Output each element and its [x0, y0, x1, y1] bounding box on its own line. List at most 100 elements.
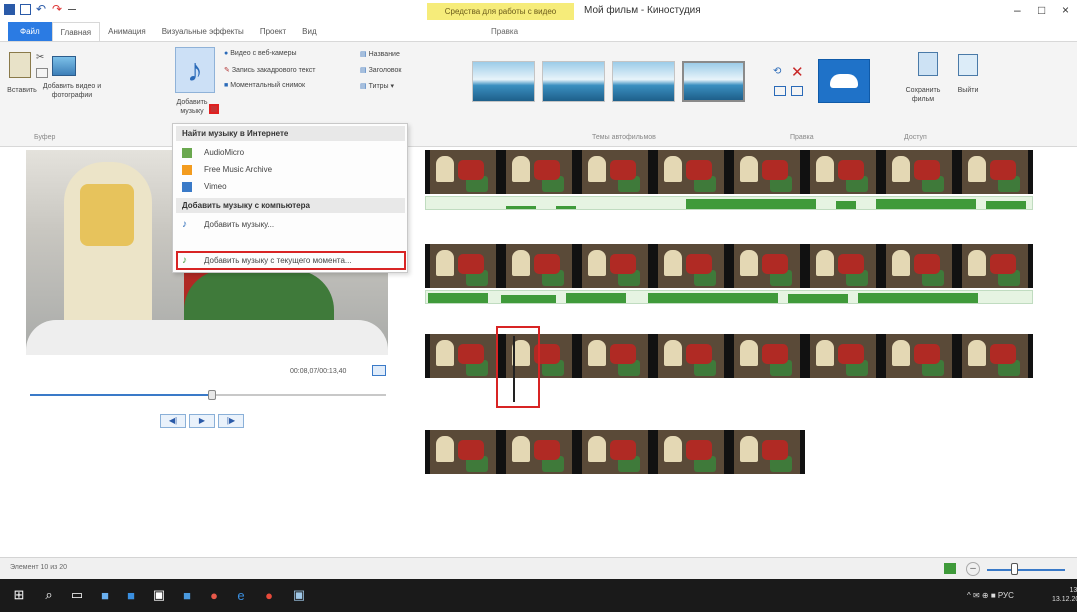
- menu-item-audiomicro[interactable]: AudioMicro: [176, 145, 405, 160]
- previous-frame-button[interactable]: ◀|: [160, 414, 186, 428]
- clip-thumbnail[interactable]: [881, 334, 957, 378]
- desktop-icon[interactable]: ■: [178, 586, 196, 604]
- search-icon[interactable]: ⌕: [40, 586, 58, 604]
- exit-button[interactable]: Выйти: [950, 86, 986, 95]
- clip-thumbnail[interactable]: [729, 430, 805, 474]
- close-button[interactable]: ×: [1062, 3, 1069, 17]
- crop-icon[interactable]: [791, 86, 803, 96]
- clip-thumbnail[interactable]: [577, 150, 653, 194]
- menu-item-add-music[interactable]: ♪ Добавить музыку...: [176, 217, 405, 232]
- autotheme-1[interactable]: [472, 61, 535, 102]
- tab-visual-effects[interactable]: Визуальные эффекты: [154, 22, 252, 41]
- clip-thumbnail[interactable]: [653, 430, 729, 474]
- add-music-dropdown-arrow[interactable]: [209, 104, 219, 114]
- webcam-video-button[interactable]: ● Видео с веб-камеры: [224, 50, 297, 57]
- clip-thumbnail[interactable]: [805, 150, 881, 194]
- clip-thumbnail[interactable]: [425, 244, 501, 288]
- fullscreen-button[interactable]: [372, 365, 386, 376]
- maximize-button[interactable]: □: [1038, 3, 1045, 17]
- zoom-thumb[interactable]: [1011, 563, 1019, 575]
- tab-project[interactable]: Проект: [252, 22, 294, 41]
- snapshot-button[interactable]: ■ Моментальный снимок: [224, 82, 305, 89]
- save-icon[interactable]: [20, 4, 31, 15]
- save-movie-icon[interactable]: [918, 52, 938, 76]
- copy-icon[interactable]: [36, 68, 48, 78]
- add-music-icon[interactable]: ♪: [175, 47, 215, 93]
- start-icon[interactable]: ⊞: [10, 586, 28, 604]
- movie-maker-taskbar-icon[interactable]: ▣: [290, 586, 308, 604]
- tab-view[interactable]: Вид: [294, 22, 324, 41]
- clip-thumbnail[interactable]: [653, 334, 729, 378]
- seek-bar[interactable]: [30, 390, 386, 400]
- clip-thumbnail[interactable]: [425, 430, 501, 474]
- onedrive-icon[interactable]: [818, 59, 870, 103]
- paste-icon[interactable]: [9, 52, 31, 78]
- next-frame-button[interactable]: |▶: [218, 414, 244, 428]
- clip-thumbnail[interactable]: [425, 334, 501, 378]
- autotheme-2[interactable]: [542, 61, 605, 102]
- tab-animations[interactable]: Анимация: [100, 22, 154, 41]
- clip-thumbnail[interactable]: [881, 150, 957, 194]
- clip-thumbnail[interactable]: [729, 334, 805, 378]
- clip-thumbnail[interactable]: [729, 244, 805, 288]
- seek-thumb[interactable]: [207, 390, 216, 400]
- title-button[interactable]: ▤ Название: [360, 50, 400, 58]
- autotheme-3[interactable]: [612, 61, 675, 102]
- clip-thumbnail[interactable]: [577, 244, 653, 288]
- menu-item-vimeo[interactable]: Vimeo: [176, 179, 405, 194]
- paste-button[interactable]: Вставить: [4, 86, 40, 95]
- zoom-slider[interactable]: [987, 569, 1065, 571]
- play-button[interactable]: ▶: [189, 414, 215, 428]
- tab-file[interactable]: Файл: [8, 22, 52, 41]
- clip-thumbnail[interactable]: [577, 334, 653, 378]
- clock[interactable]: 13:17 13.12.2017: [1052, 586, 1077, 604]
- audio-track-2[interactable]: [425, 290, 1033, 304]
- clip-thumbnail[interactable]: [501, 430, 577, 474]
- clip-thumbnail[interactable]: [957, 334, 1033, 378]
- credits-button[interactable]: ▤ Титры ▾: [360, 82, 394, 90]
- clip-thumbnail[interactable]: [957, 150, 1033, 194]
- clip-thumbnail[interactable]: [805, 334, 881, 378]
- add-videos-photos-button[interactable]: Добавить видео и фотографии: [40, 82, 104, 100]
- yandex-browser-icon[interactable]: ●: [260, 586, 278, 604]
- zoom-out-button[interactable]: –: [966, 562, 980, 576]
- edge-icon[interactable]: e: [232, 586, 250, 604]
- redo-icon[interactable]: ↷: [52, 3, 63, 15]
- minimize-button[interactable]: –: [1014, 3, 1021, 17]
- task-view-icon[interactable]: ▭: [68, 586, 86, 604]
- menu-item-free-music-archive[interactable]: Free Music Archive: [176, 162, 405, 177]
- rotate-icon[interactable]: ⟲: [773, 66, 781, 77]
- select-all-icon[interactable]: [774, 86, 786, 96]
- customize-toolbar-icon[interactable]: [68, 4, 76, 10]
- caption-button[interactable]: ▤ Заголовок: [360, 66, 402, 74]
- clip-thumbnail[interactable]: [653, 150, 729, 194]
- remove-icon[interactable]: ✕: [791, 63, 804, 81]
- clip-thumbnail[interactable]: [501, 244, 577, 288]
- clip-thumbnail[interactable]: [425, 150, 501, 194]
- clip-thumbnail[interactable]: [805, 244, 881, 288]
- tab-edit[interactable]: Правка: [483, 22, 526, 41]
- file-explorer-icon[interactable]: ■: [96, 586, 114, 604]
- clip-thumbnail[interactable]: [577, 430, 653, 474]
- add-videos-photos-icon[interactable]: [52, 56, 76, 76]
- store-icon[interactable]: ■: [122, 586, 140, 604]
- tab-home[interactable]: Главная: [51, 22, 101, 41]
- storyboard-view-icon[interactable]: [944, 563, 956, 574]
- clip-thumbnail[interactable]: [881, 244, 957, 288]
- briefcase-icon[interactable]: ▣: [150, 586, 168, 604]
- record-narration-button[interactable]: ✎ Запись закадрового текст: [224, 66, 315, 74]
- undo-icon[interactable]: ↶: [36, 3, 47, 15]
- clip-thumbnail[interactable]: [729, 150, 805, 194]
- system-tray[interactable]: ^ ✉ ⊕ ■ РУС: [967, 591, 1014, 600]
- clip-thumbnail[interactable]: [501, 150, 577, 194]
- cut-icon[interactable]: ✂: [36, 52, 48, 63]
- save-movie-button[interactable]: Сохранить фильм: [898, 86, 948, 104]
- add-music-button[interactable]: Добавить музыку: [174, 98, 210, 116]
- audio-waveform: [648, 293, 778, 303]
- clip-thumbnail[interactable]: [957, 244, 1033, 288]
- app-icon-red[interactable]: ●: [205, 586, 223, 604]
- clip-thumbnail[interactable]: [653, 244, 729, 288]
- audio-track-1[interactable]: [425, 196, 1033, 210]
- exit-icon[interactable]: [958, 54, 978, 76]
- autotheme-4[interactable]: [682, 61, 745, 102]
